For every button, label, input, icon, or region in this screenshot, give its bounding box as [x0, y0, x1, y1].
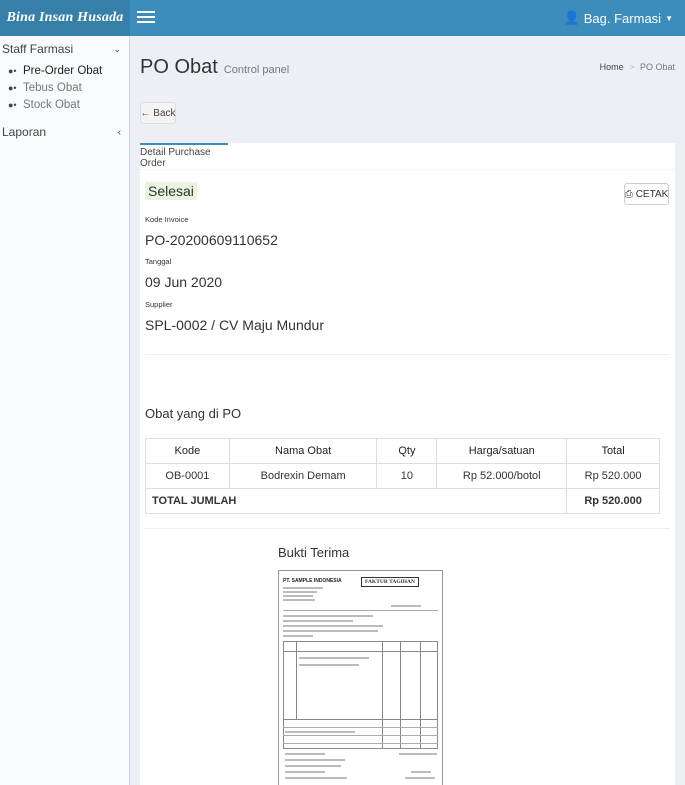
breadcrumb: Home > PO Obat [600, 62, 675, 72]
table-header-row: Kode Nama Obat Qty Harga/satuan Total [145, 438, 660, 464]
date-label: Tanggal [145, 257, 172, 266]
user-icon: 👤 [563, 10, 580, 25]
sidebar-group-staff-farmasi[interactable]: Staff Farmasi ⌄ [0, 36, 129, 62]
sidebar-item-label: Stock Obat [23, 98, 80, 111]
col-header-qty: Qty [376, 438, 438, 464]
col-header-total: Total [566, 438, 660, 464]
breadcrumb-separator: > [629, 62, 635, 72]
sidebar-item-tebus[interactable]: ●• Tebus Obat [8, 79, 129, 96]
status-badge: Selesai [145, 182, 197, 200]
invoice-company: PT. SAMPLE INDONESIA [283, 578, 342, 584]
pills-icon: ●• [8, 65, 17, 76]
chevron-left-icon: ‹ [117, 126, 121, 138]
tab-bar: Detail Purchase Order [140, 143, 675, 170]
user-menu[interactable]: 👤 Bag. Farmasi ▼ [564, 10, 673, 26]
cell-total: Rp 520.000 [566, 463, 660, 489]
pills-icon: ●• [8, 82, 17, 93]
divider [145, 354, 670, 355]
back-button[interactable]: ← Back [140, 102, 176, 124]
total-label: TOTAL JUMLAH [144, 488, 568, 514]
col-header-harga: Harga/satuan [436, 438, 568, 464]
cell-kode: OB-0001 [145, 463, 230, 489]
col-header-kode: Kode [145, 438, 230, 464]
caret-down-icon: ▼ [665, 13, 673, 23]
cetak-label: CETAK [635, 188, 669, 200]
cell-nama: Bodrexin Demam [228, 463, 378, 489]
supplier-value: SPL-0002 / CV Maju Mundur [145, 317, 324, 333]
breadcrumb-current: PO Obat [639, 62, 675, 72]
sidebar: Staff Farmasi ⌄ ●• Pre-Order Obat ●• Teb… [0, 36, 130, 785]
invoice-label: Kode Invoice [145, 215, 189, 224]
invoice-title: FAKTUR TAGIHAN [361, 577, 419, 587]
breadcrumb-home[interactable]: Home [600, 62, 624, 72]
user-name: Bag. Farmasi [583, 10, 662, 26]
bukti-terima-image[interactable]: PT. SAMPLE INDONESIA FAKTUR TAGIHAN [278, 570, 443, 785]
main-content: PO Obat Control panel Home > PO Obat ← B… [130, 36, 685, 785]
sidebar-toggle-icon[interactable] [137, 8, 155, 26]
cell-qty: 10 [376, 463, 438, 489]
page-subtitle: Control panel [223, 64, 290, 76]
pills-icon: ●• [8, 99, 17, 110]
table-row: OB-0001 Bodrexin Demam 10 Rp 52.000/boto… [145, 463, 660, 489]
items-section-title: Obat yang di PO [145, 406, 242, 421]
sidebar-item-label: Tebus Obat [23, 81, 82, 94]
sidebar-group-label: Laporan [2, 125, 47, 139]
cetak-button[interactable]: ⎙ CETAK [624, 183, 669, 205]
page-title: PO Obat [140, 56, 218, 78]
page-header: PO Obat Control panel Home > PO Obat [140, 56, 675, 79]
sidebar-item-pre-order[interactable]: ●• Pre-Order Obat [8, 62, 129, 79]
total-value: Rp 520.000 [566, 488, 660, 514]
print-icon: ⎙ [624, 188, 633, 200]
sidebar-group-label: Staff Farmasi [2, 42, 74, 56]
col-header-nama: Nama Obat [228, 438, 378, 464]
back-label: Back [153, 107, 176, 119]
sidebar-item-label: Pre-Order Obat [23, 64, 103, 77]
date-value: 09 Jun 2020 [145, 274, 223, 290]
sidebar-group-laporan[interactable]: Laporan ‹ [0, 119, 129, 145]
tab-detail-purchase-order[interactable]: Detail Purchase Order [140, 143, 228, 170]
supplier-label: Supplier [145, 300, 173, 309]
invoice-value: PO-20200609110652 [145, 232, 278, 248]
table-total-row: TOTAL JUMLAH Rp 520.000 [144, 488, 660, 514]
bukti-title: Bukti Terima [278, 545, 350, 560]
cell-harga: Rp 52.000/botol [436, 463, 568, 489]
items-table: Kode Nama Obat Qty Harga/satuan Total OB… [144, 438, 660, 514]
divider [145, 528, 670, 529]
sidebar-item-stock[interactable]: ●• Stock Obat [8, 96, 129, 113]
tab-panel: Selesai ⎙ CETAK Kode Invoice PO-20200609… [140, 170, 675, 785]
chevron-down-icon: ⌄ [113, 43, 121, 54]
top-navbar: 👤 Bag. Farmasi ▼ [130, 0, 685, 36]
app-logo[interactable]: Bina Insan Husada [0, 0, 130, 36]
arrow-left-icon: ← [140, 107, 151, 119]
